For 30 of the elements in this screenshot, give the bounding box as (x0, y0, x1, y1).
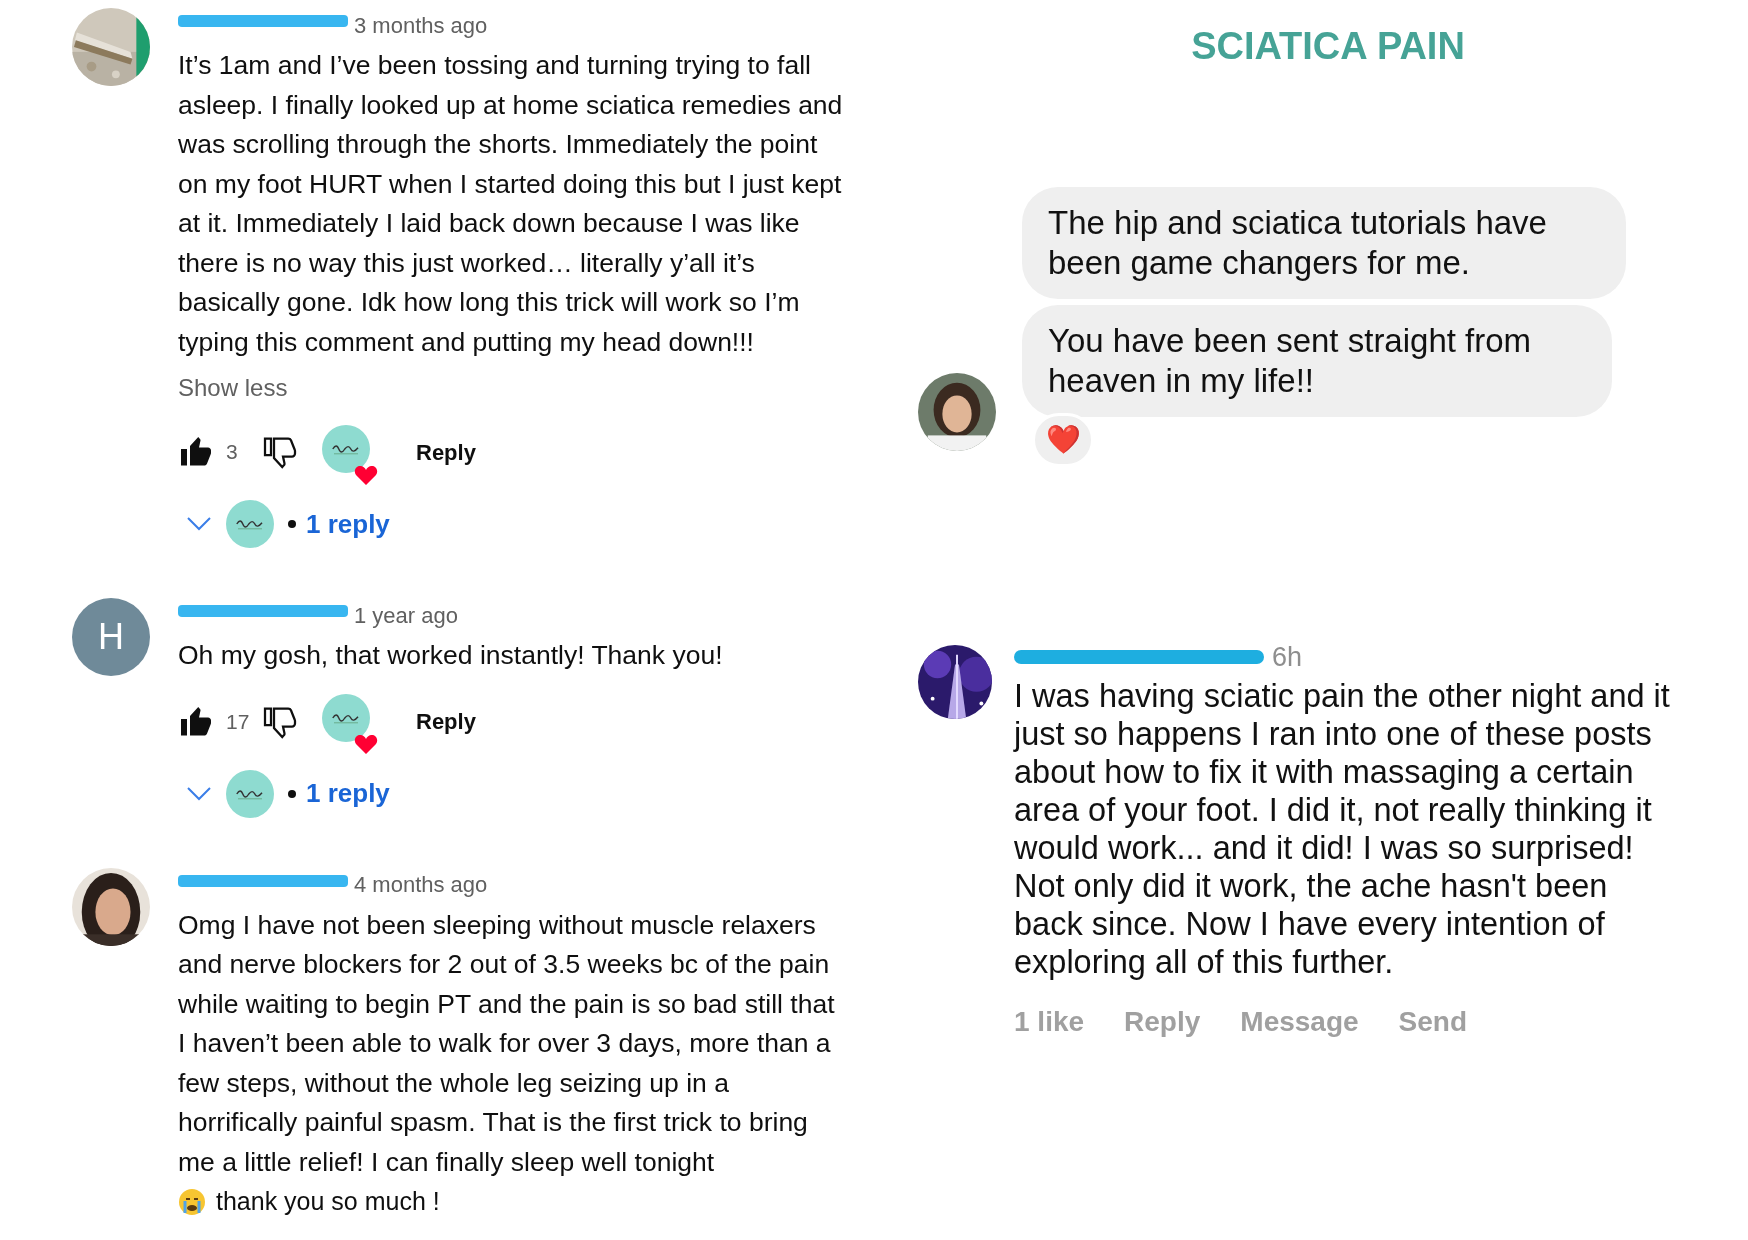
comment-time: 1 year ago (354, 601, 458, 630)
channel-avatar-icon (322, 694, 370, 742)
page-title: SCIATICA PAIN (1190, 24, 1466, 69)
reply-button[interactable]: Reply (416, 435, 476, 469)
comment-text: I was having sciatic pain the other night and it just so happens I ran into one of these posts about how to fix it with massaging a certain area of your foot. I did it, not really thinking it would work... and it did! I was so surprised! Not only did it work, the ache hasn't been back since. Now I have every intention of exploring all of this further. (1014, 677, 1671, 981)
like-count: 1 like (1014, 1005, 1085, 1039)
channel-avatar-icon (226, 769, 274, 818)
show-less-link[interactable]: Show less (178, 370, 288, 406)
chevron-down-icon[interactable] (186, 785, 212, 802)
thumbs-down-icon[interactable] (262, 434, 298, 470)
comment-text: It’s 1am and I’ve been tossing and turning trying to fall asleep. I finally looked up at home sciatica remedies and was scrolling through the shorts. Immediately the point on my foot HURT when I started doing this but I just kept at it. Immediately I laid back down because I was like there is no way this just worked… literally y’all it’s basically gone. Idk how long this trick will work so I’m typing this comment and putting my head down!!! (178, 49, 844, 359)
channel-avatar-icon (322, 424, 370, 473)
reply-button[interactable]: Reply (416, 705, 476, 738)
comment-time: 4 months ago (354, 871, 488, 899)
message-bubble: The hip and sciatica tutorials have been game changers for me. (1022, 187, 1626, 299)
comment-text: Omg I have not been sleeping without muscle relaxers and nerve blockers for 2 out of 3.5 weeks bc of the pain while waiting to begin PT and the pain is so bad still that I haven’t been able to walk for over 3 days, more than a few steps, without the whole leg seizing up in a horrifically painful spasm. That is the first trick to bring me a little relief! I can finally sleep well tonight (178, 908, 836, 1179)
like-count: 17 (226, 708, 251, 735)
message-bubble: You have been sent straight from heaven in my life!! (1022, 305, 1612, 417)
comment-time: 3 months ago (354, 11, 488, 40)
comment-time: 6h (1272, 640, 1303, 674)
comment-text: thank you so much ! (216, 1186, 440, 1218)
letter-avatar: H (72, 598, 150, 676)
replies-link[interactable]: 1 reply (306, 774, 390, 813)
chevron-down-icon[interactable] (186, 516, 212, 532)
channel-avatar-icon (226, 500, 274, 548)
crying-emoji-icon (178, 1188, 206, 1216)
comment-text: Oh my gosh, that worked instantly! Thank you! (178, 639, 724, 672)
like-count: 3 (226, 439, 239, 466)
replies-link[interactable]: 1 reply (306, 504, 390, 544)
reaction-badge: ❤ (1032, 413, 1094, 467)
